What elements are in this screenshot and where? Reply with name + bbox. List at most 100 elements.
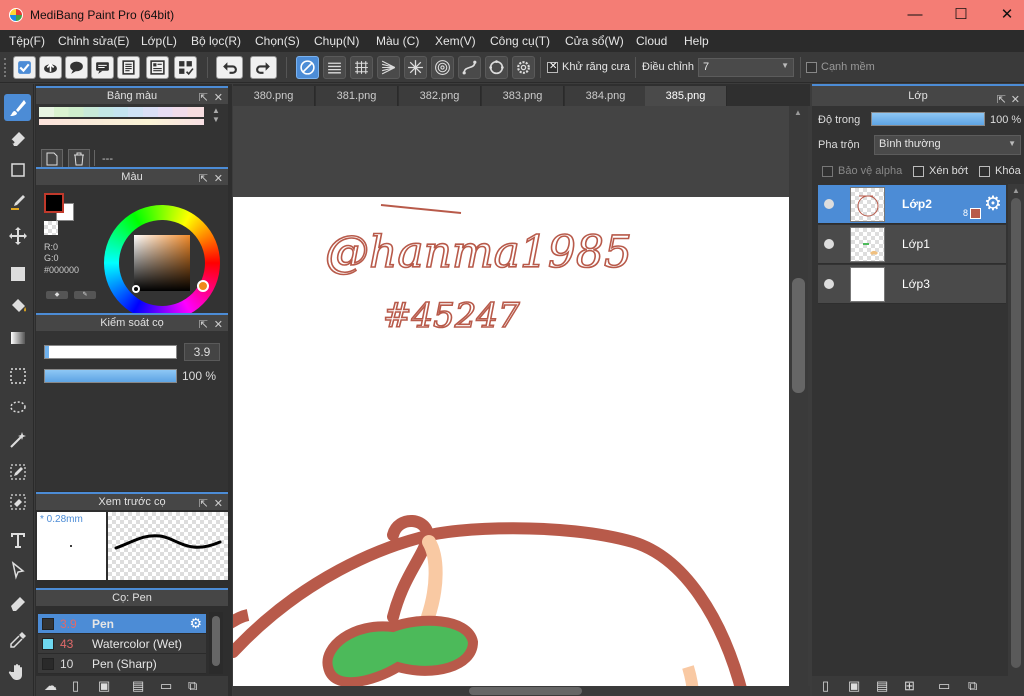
snap-settings-button[interactable]	[512, 56, 535, 79]
select-rect-tool[interactable]	[4, 362, 31, 389]
visibility-eye-icon[interactable]	[824, 239, 834, 249]
antialias-checkbox[interactable]	[547, 61, 558, 73]
vanishing-point-button[interactable]	[377, 56, 400, 79]
menu-help[interactable]: Help	[684, 34, 709, 48]
fill-rect-tool[interactable]	[4, 260, 31, 287]
operation-tool[interactable]	[4, 556, 31, 583]
color-swap-button[interactable]: ◆	[46, 291, 68, 299]
redo-button[interactable]	[250, 56, 277, 79]
folder-icon[interactable]: ▭	[160, 678, 172, 694]
soft-edge-checkbox[interactable]	[806, 62, 817, 73]
blend-mode-select[interactable]: Bình thường ▼	[874, 135, 1021, 155]
clipping-checkbox[interactable]	[913, 166, 924, 177]
move-tool[interactable]	[4, 222, 31, 249]
new-palette-button[interactable]	[41, 149, 63, 169]
scrollbar-thumb[interactable]	[1011, 198, 1021, 668]
ellipse-snap-button[interactable]	[485, 56, 508, 79]
layer-item-lop2[interactable]: Lớp2 8 ⚙	[818, 185, 1006, 224]
tab-383[interactable]: 383.png	[482, 86, 564, 106]
brush-item-pen[interactable]: 3.9 Pen ⚙	[38, 614, 206, 634]
gear-icon[interactable]: ⚙	[189, 615, 202, 632]
menu-edit[interactable]: Chỉnh sửa(E)	[58, 34, 129, 48]
transparent-color-swatch[interactable]	[44, 221, 58, 235]
scrollbar-thumb[interactable]	[792, 278, 805, 393]
protect-alpha-checkbox[interactable]	[822, 166, 833, 177]
menu-window[interactable]: Cửa sổ(W)	[565, 34, 624, 48]
layer-item-lop3[interactable]: Lớp3	[818, 265, 1006, 304]
canvas-vscrollbar[interactable]: ▲	[789, 106, 808, 686]
menu-capture[interactable]: Chụp(N)	[314, 34, 359, 48]
tab-381[interactable]: 381.png	[316, 86, 398, 106]
scrollbar-thumb[interactable]	[469, 687, 582, 695]
bucket-tool[interactable]	[4, 292, 31, 319]
concentric-snap-button[interactable]	[431, 56, 454, 79]
add-brush-icon[interactable]: ▯	[72, 678, 79, 694]
save-cloud-button[interactable]	[13, 56, 36, 79]
menu-view[interactable]: Xem(V)	[435, 34, 476, 48]
layer-list-scrollbar[interactable]: ▲	[1008, 184, 1024, 684]
brush-item-pen-sharp[interactable]: 10 Pen (Sharp)	[38, 654, 206, 674]
menu-file[interactable]: Tệp(F)	[9, 34, 45, 48]
eraser-tool[interactable]	[4, 124, 31, 151]
magic-wand-tool[interactable]	[4, 426, 31, 453]
folder-icon[interactable]: ▭	[938, 678, 950, 694]
delete-palette-button[interactable]	[68, 149, 90, 169]
tab-382[interactable]: 382.png	[399, 86, 481, 106]
cloud-upload-button[interactable]	[39, 56, 62, 79]
list-button[interactable]	[146, 56, 169, 79]
brush-tool[interactable]	[4, 94, 31, 121]
cloud-brush-icon[interactable]: ☁	[44, 678, 57, 694]
new-1bit-layer-icon[interactable]: ▤	[876, 678, 888, 694]
eraser-alt-tool[interactable]	[4, 588, 31, 615]
canvas-viewport[interactable]: @hanma1985 #45247	[233, 106, 789, 696]
canvas-hscrollbar[interactable]	[233, 686, 810, 696]
close-icon[interactable]: ✕	[1011, 90, 1020, 110]
visibility-eye-icon[interactable]	[824, 199, 834, 209]
minimize-icon[interactable]: —	[892, 0, 938, 30]
scroll-up-icon[interactable]: ▲	[794, 108, 802, 117]
foreground-color-swatch[interactable]	[44, 193, 64, 213]
brush-list-scrollbar[interactable]	[209, 612, 223, 674]
speech-bubble-button[interactable]	[65, 56, 88, 79]
select-pen-tool[interactable]	[4, 458, 31, 485]
tab-380[interactable]: 380.png	[233, 86, 315, 106]
brush-settings-icon[interactable]: ▣	[98, 678, 110, 694]
menu-cloud[interactable]: Cloud	[636, 34, 667, 48]
brush-size-value[interactable]: 3.9	[184, 343, 220, 361]
undock-icon[interactable]: ⇱	[997, 90, 1006, 110]
parallel-snap-button[interactable]	[323, 56, 346, 79]
eyedropper-tool[interactable]	[4, 626, 31, 653]
menu-layer[interactable]: Lớp(L)	[141, 34, 177, 48]
menu-color[interactable]: Màu (C)	[376, 34, 419, 48]
tab-384[interactable]: 384.png	[565, 86, 647, 106]
hand-tool[interactable]	[4, 658, 31, 685]
lock-checkbox[interactable]	[979, 166, 990, 177]
radial-snap-button[interactable]	[404, 56, 427, 79]
copy-icon[interactable]: ⧉	[188, 678, 197, 694]
lasso-tool[interactable]	[4, 394, 31, 421]
visibility-eye-icon[interactable]	[824, 279, 834, 289]
saturation-value-square[interactable]	[134, 235, 190, 291]
palette-swatches-row2[interactable]	[39, 119, 204, 125]
comment-button[interactable]	[91, 56, 114, 79]
select-eraser-tool[interactable]	[4, 488, 31, 515]
new-8bit-layer-icon[interactable]: ▣	[848, 678, 860, 694]
palette-swatches[interactable]	[39, 107, 204, 117]
duplicate-layer-icon[interactable]: ⧉	[968, 678, 977, 694]
layer-opacity-slider[interactable]	[871, 112, 985, 126]
maximize-icon[interactable]: ☐	[938, 0, 984, 30]
snap-off-button[interactable]	[296, 56, 319, 79]
adjust-select[interactable]: 7 ▼	[698, 58, 794, 77]
scroll-up-icon[interactable]: ▲	[1012, 186, 1020, 195]
hue-cursor[interactable]	[197, 280, 209, 292]
menu-filter[interactable]: Bộ lọc(R)	[191, 34, 241, 48]
gradient-tool[interactable]	[4, 324, 31, 351]
brush-opacity-slider[interactable]	[44, 369, 177, 383]
pen-tool[interactable]	[4, 188, 31, 215]
script-icon[interactable]: ▤	[132, 678, 144, 694]
brush-item-watercolor[interactable]: 43 Watercolor (Wet)	[38, 634, 206, 654]
menu-tools[interactable]: Công cụ(T)	[490, 34, 550, 48]
curve-snap-button[interactable]	[458, 56, 481, 79]
sv-cursor[interactable]	[132, 285, 140, 293]
menu-select[interactable]: Chọn(S)	[255, 34, 300, 48]
